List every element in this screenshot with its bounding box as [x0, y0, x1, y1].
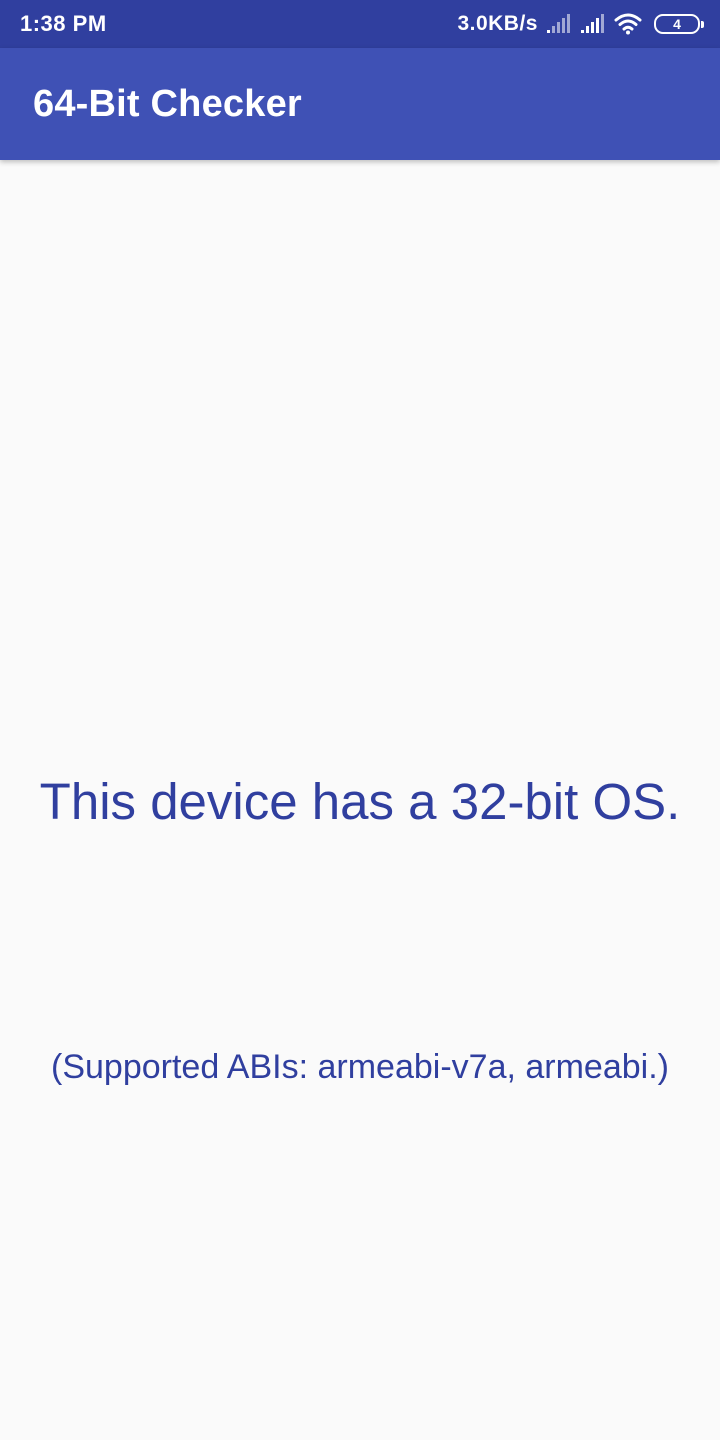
- supported-abis-text: (Supported ABIs: armeabi-v7a, armeabi.): [51, 1048, 669, 1086]
- app-title: 64-Bit Checker: [33, 82, 302, 125]
- battery-nub: [701, 21, 704, 28]
- signal-icon: [580, 14, 606, 34]
- os-bitness-result: This device has a 32-bit OS.: [39, 773, 681, 830]
- status-time: 1:38 PM: [20, 11, 107, 36]
- battery-level: 4: [673, 16, 681, 32]
- status-indicators: 3.0KB/s 4: [457, 12, 704, 36]
- wifi-icon: [614, 13, 642, 35]
- main-content: This device has a 32-bit OS. (Supported …: [0, 160, 720, 1440]
- status-bar: 1:38 PM 3.0KB/s 4: [0, 0, 720, 48]
- battery-icon: 4: [654, 14, 704, 34]
- network-speed: 3.0KB/s: [457, 12, 538, 35]
- signal-icon: [546, 14, 572, 34]
- app-bar: 64-Bit Checker: [0, 48, 720, 160]
